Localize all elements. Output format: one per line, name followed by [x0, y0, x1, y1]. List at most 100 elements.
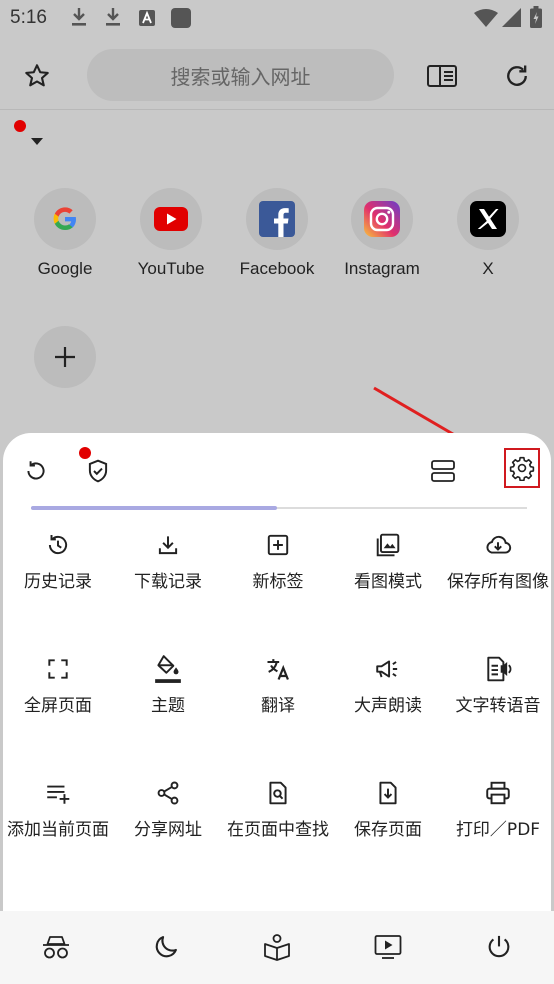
shortcut-youtube[interactable]: YouTube: [118, 188, 224, 279]
add-shortcut-button[interactable]: [34, 326, 96, 388]
incognito-button[interactable]: [36, 927, 76, 967]
menu-downloads[interactable]: 下载记录: [113, 529, 223, 596]
facebook-logo-icon: [259, 201, 295, 237]
caret-down-icon: [31, 138, 43, 145]
notification-dot: [14, 120, 26, 132]
battery-icon: [530, 6, 542, 32]
night-mode-button[interactable]: [146, 927, 186, 967]
menu-label: 分享网址: [134, 820, 202, 840]
menu-label: 大声朗读: [354, 696, 422, 716]
reload-button[interactable]: [497, 56, 537, 96]
profile-selector[interactable]: [14, 120, 54, 156]
layout-toggle-button[interactable]: [423, 451, 463, 491]
shield-check-icon: [88, 459, 108, 483]
menu-label: 保存所有图像: [447, 572, 549, 592]
shortcut-label: Google: [37, 259, 93, 278]
video-player-icon: [374, 935, 402, 959]
rotate-icon: [27, 461, 45, 480]
reload-icon: [507, 65, 527, 86]
shortcut-google[interactable]: Google: [12, 188, 118, 279]
incognito-icon: [43, 936, 69, 959]
menu-image-mode[interactable]: 看图模式: [333, 529, 443, 596]
google-logo-icon: [53, 207, 76, 230]
bookmark-star-button[interactable]: [17, 56, 57, 96]
power-icon: [488, 935, 510, 958]
instagram-logo-icon: [364, 201, 400, 237]
menu-label: 文字转语音: [455, 696, 541, 716]
translate-icon: [267, 659, 289, 680]
menu-print-pdf[interactable]: 打印／PDF: [443, 777, 553, 844]
shortcut-label: Instagram: [344, 259, 420, 278]
save-page-icon: [379, 781, 397, 805]
menu-translate[interactable]: 翻译: [223, 653, 333, 720]
menu-save-page[interactable]: 保存页面: [333, 777, 443, 844]
status-time: 5:16: [10, 7, 47, 28]
shortcut-label: Facebook: [239, 259, 315, 278]
image-icon: [376, 533, 400, 557]
playlist-add-icon: [47, 785, 70, 804]
shortcut-x[interactable]: X: [435, 188, 541, 279]
moon-icon: [155, 936, 177, 958]
reset-button[interactable]: [16, 451, 56, 491]
tab-indicator: [31, 506, 277, 510]
paint-bucket-icon: [155, 655, 181, 683]
download-notification-icon-2: [104, 6, 122, 32]
history-icon: [48, 535, 68, 555]
fullscreen-icon: [48, 659, 68, 679]
download-notification-icon: [70, 6, 88, 32]
menu-fullscreen[interactable]: 全屏页面: [3, 653, 113, 720]
reader-mode-button[interactable]: [422, 56, 462, 96]
plus-icon: [55, 347, 75, 367]
browser-toolbar: 搜索或输入网址: [0, 40, 554, 110]
find-in-page-icon: [269, 781, 287, 805]
menu-label: 翻译: [261, 696, 295, 716]
menu-text-to-speech[interactable]: 文字转语音: [443, 653, 553, 720]
print-icon: [486, 781, 510, 805]
shortcut-label: X: [482, 259, 494, 278]
menu-label: 添加当前页面: [7, 820, 109, 840]
star-icon: [25, 64, 49, 87]
search-placeholder: 搜索或输入网址: [170, 64, 311, 89]
menu-theme[interactable]: 主题: [113, 653, 223, 720]
shortcut-facebook[interactable]: Facebook: [224, 188, 330, 279]
share-icon: [157, 781, 179, 805]
menu-label: 新标签: [252, 572, 304, 592]
shortcut-label: YouTube: [137, 259, 205, 278]
bottom-bar: [0, 911, 554, 984]
shortcut-instagram[interactable]: Instagram: [329, 188, 435, 279]
browser-menu-sheet: 历史记录 下载记录 新标签 看图模式 保存所有图像 全屏页面 主题 翻译 大声朗…: [3, 433, 551, 911]
menu-new-tab[interactable]: 新标签: [223, 529, 333, 596]
new-tab-icon: [267, 534, 289, 556]
menu-add-current-page[interactable]: 添加当前页面: [3, 777, 113, 844]
notification-dot: [79, 447, 91, 459]
keyboard-notification-icon: [138, 9, 156, 31]
reader-mode-icon: [427, 65, 457, 87]
menu-label: 在页面中查找: [227, 820, 329, 840]
wifi-icon: [474, 9, 498, 31]
megaphone-icon: [376, 660, 398, 678]
status-bar: 5:16: [0, 0, 554, 36]
menu-label: 看图模式: [354, 572, 422, 592]
menu-label: 保存页面: [354, 820, 422, 840]
settings-button[interactable]: [504, 448, 540, 488]
text-to-speech-icon: [487, 656, 512, 682]
menu-find-in-page[interactable]: 在页面中查找: [223, 777, 333, 844]
address-bar[interactable]: 搜索或输入网址: [87, 49, 394, 101]
menu-read-aloud[interactable]: 大声朗读: [333, 653, 443, 720]
app-notification-icon: [170, 7, 192, 33]
menu-label: 历史记录: [24, 572, 92, 592]
media-player-button[interactable]: [368, 927, 408, 967]
menu-share-url[interactable]: 分享网址: [113, 777, 223, 844]
cloud-download-icon: [486, 535, 512, 554]
menu-history[interactable]: 历史记录: [3, 529, 113, 596]
youtube-logo-icon: [154, 207, 188, 231]
menu-save-all-images[interactable]: 保存所有图像: [443, 529, 553, 596]
menu-label: 主题: [151, 696, 185, 716]
exit-button[interactable]: [479, 927, 519, 967]
layout-rows-icon: [431, 460, 455, 482]
x-logo-icon: [470, 201, 506, 237]
reading-mode-button[interactable]: [257, 927, 297, 967]
privacy-shield-button[interactable]: [78, 447, 118, 491]
menu-label: 下载记录: [134, 572, 202, 592]
download-icon: [158, 536, 178, 555]
